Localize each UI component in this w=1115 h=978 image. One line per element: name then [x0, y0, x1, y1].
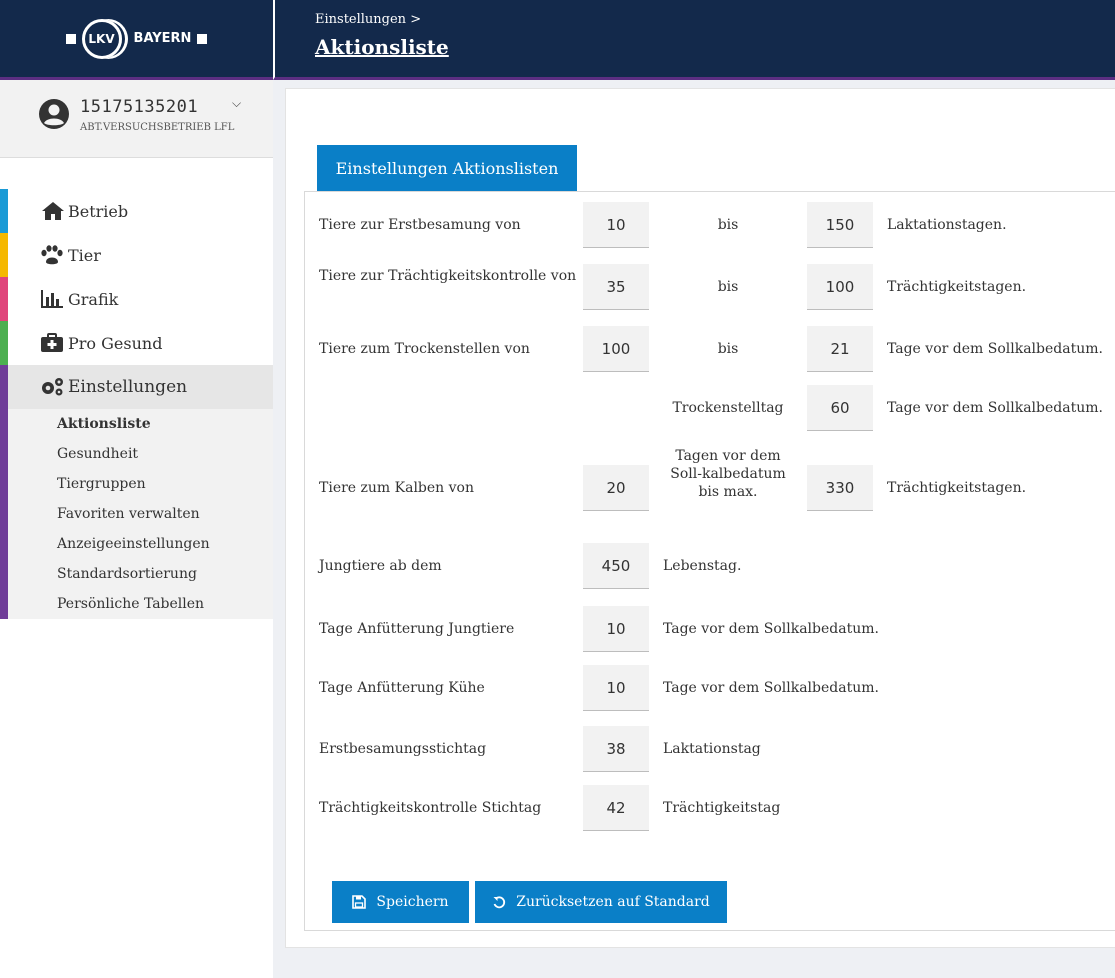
- traechtigkeitskontrolle-stichtag-input[interactable]: 42: [583, 785, 649, 831]
- unit-label: Trächtigkeitstagen.: [887, 279, 1027, 295]
- save-icon: [352, 895, 367, 909]
- sidebar-item-betrieb[interactable]: Betrieb: [0, 189, 273, 233]
- anfuetterung-kuehe-input[interactable]: 10: [583, 665, 649, 711]
- row-label: Tage Anfütterung Kühe: [319, 680, 485, 696]
- nav-color-bar: [0, 365, 8, 409]
- sidebar-item-label: Einstellungen: [68, 377, 188, 397]
- subitem-standardsortierung[interactable]: Standardsortierung: [0, 559, 273, 589]
- unit-label: Laktationstagen.: [887, 217, 1007, 233]
- trockenstelltag-input[interactable]: 60: [807, 385, 873, 431]
- unit-label: Tage vor dem Sollkalbedatum.: [887, 341, 1103, 357]
- reset-button[interactable]: Zurücksetzen auf Standard: [475, 881, 727, 923]
- nav-color-bar: [0, 277, 8, 321]
- traechtigkeit-from-input[interactable]: 35: [583, 264, 649, 310]
- submenu-einstellungen: Aktionsliste Gesundheit Tiergruppen Favo…: [0, 409, 273, 619]
- home-icon: [42, 202, 64, 220]
- unit-label: Tage vor dem Sollkalbedatum.: [663, 680, 879, 696]
- subitem-favoriten[interactable]: Favoriten verwalten: [0, 499, 273, 529]
- gears-icon: [42, 378, 63, 396]
- kalben-from-input[interactable]: 20: [583, 465, 649, 511]
- reset-button-label: Zurücksetzen auf Standard: [516, 894, 710, 910]
- sidebar-nav: Betrieb Tier Grafik Pro Gesund Einstellu…: [0, 189, 273, 619]
- trockenstellen-from-input[interactable]: 100: [583, 326, 649, 372]
- undo-icon: [493, 896, 506, 909]
- unit-label: Tage vor dem Sollkalbedatum.: [887, 400, 1103, 416]
- row-label: Trächtigkeitskontrolle Stichtag: [319, 800, 542, 816]
- subitem-persoenliche-tabellen[interactable]: Persönliche Tabellen: [0, 589, 273, 619]
- main-content: Einstellungen Aktionslisten Tiere zur Er…: [273, 80, 1115, 978]
- save-button-label: Speichern: [376, 894, 449, 910]
- page-title[interactable]: Aktionsliste: [315, 35, 449, 59]
- sidebar-item-tier[interactable]: Tier: [0, 233, 273, 277]
- row-label: Tiere zum Kalben von: [319, 480, 474, 496]
- unit-label: Tage vor dem Sollkalbedatum.: [663, 621, 879, 637]
- logo-bar: LKV BAYERN: [0, 0, 273, 80]
- user-box[interactable]: 15175135201 ABT.VERSUCHSBETRIEB LFL ⌵: [0, 80, 273, 158]
- bis-label: bis: [717, 341, 739, 357]
- kalben-to-input[interactable]: 330: [807, 465, 873, 511]
- subitem-anzeigeeinstellungen[interactable]: Anzeigeeinstellungen: [0, 529, 273, 559]
- jungtiere-input[interactable]: 450: [583, 543, 649, 589]
- breadcrumb[interactable]: Einstellungen >: [315, 12, 421, 27]
- row-label: Tiere zum Trockenstellen von: [319, 341, 530, 357]
- erstbesamungsstichtag-input[interactable]: 38: [583, 726, 649, 772]
- row-label: Tage Anfütterung Jungtiere: [319, 621, 515, 637]
- unit-label: Lebenstag.: [663, 558, 742, 574]
- chevron-down-icon[interactable]: ⌵: [232, 96, 241, 111]
- row-label: Tiere zur Erstbesamung von: [319, 217, 521, 233]
- sidebar-item-label: Grafik: [68, 289, 119, 309]
- subitem-aktionsliste[interactable]: Aktionsliste: [0, 409, 273, 439]
- logo-suffix: BAYERN: [133, 31, 192, 46]
- sidebar-item-label: Tier: [68, 245, 101, 265]
- unit-label: Laktationstag: [663, 741, 761, 757]
- nav-color-bar: [0, 409, 8, 619]
- user-org: ABT.VERSUCHSBETRIEB LFL: [80, 122, 235, 133]
- lkv-logo[interactable]: LKV BAYERN: [65, 18, 208, 59]
- trockenstellen-to-input[interactable]: 21: [807, 326, 873, 372]
- chart-icon: [41, 290, 63, 308]
- sidebar-item-pro-gesund[interactable]: Pro Gesund: [0, 321, 273, 365]
- page-header: Einstellungen > Aktionsliste: [273, 0, 1115, 80]
- nav-color-bar: [0, 321, 8, 365]
- bis-label: bis: [717, 279, 739, 295]
- logo-square-left: [65, 33, 76, 44]
- logo-square-right: [197, 33, 208, 44]
- subitem-gesundheit[interactable]: Gesundheit: [0, 439, 273, 469]
- unit-label: Trächtigkeitstagen.: [887, 480, 1027, 496]
- row-label: Jungtiere ab dem: [319, 558, 442, 574]
- row-label: Erstbesamungsstichtag: [319, 741, 487, 757]
- anfuetterung-jungtiere-input[interactable]: 10: [583, 606, 649, 652]
- erstbesamung-from-input[interactable]: 10: [583, 202, 649, 248]
- trockenstelltag-label: Trockenstelltag: [672, 400, 784, 416]
- medkit-icon: [41, 333, 63, 352]
- logo-circle: LKV: [81, 18, 122, 59]
- user-id: 15175135201: [80, 97, 199, 117]
- sidebar: LKV BAYERN 15175135201 ABT.VERSUCHSBETRI…: [0, 0, 273, 978]
- paw-icon: [41, 245, 63, 265]
- nav-color-bar: [0, 233, 8, 277]
- form-title-tab: Einstellungen Aktionslisten: [317, 145, 577, 192]
- sidebar-item-label: Pro Gesund: [68, 333, 163, 353]
- settings-card: Einstellungen Aktionslisten Tiere zur Er…: [285, 88, 1115, 948]
- form-panel: Tiere zur Erstbesamung von 10 bis 150 La…: [304, 191, 1115, 931]
- traechtigkeit-to-input[interactable]: 100: [807, 264, 873, 310]
- unit-label: Trächtigkeitstag: [663, 800, 781, 816]
- erstbesamung-to-input[interactable]: 150: [807, 202, 873, 248]
- sidebar-item-grafik[interactable]: Grafik: [0, 277, 273, 321]
- kalben-mid-label: Tagen vor dem Soll-kalbedatum bis max.: [670, 448, 786, 500]
- bis-label: bis: [717, 217, 739, 233]
- user-avatar-icon: [39, 99, 69, 129]
- sidebar-item-label: Betrieb: [68, 201, 129, 221]
- subitem-tiergruppen[interactable]: Tiergruppen: [0, 469, 273, 499]
- save-button[interactable]: Speichern: [332, 881, 469, 923]
- sidebar-item-einstellungen[interactable]: Einstellungen: [0, 365, 273, 409]
- nav-color-bar: [0, 189, 8, 233]
- row-label: Tiere zur Trächtigkeitskontrolle von: [319, 268, 577, 284]
